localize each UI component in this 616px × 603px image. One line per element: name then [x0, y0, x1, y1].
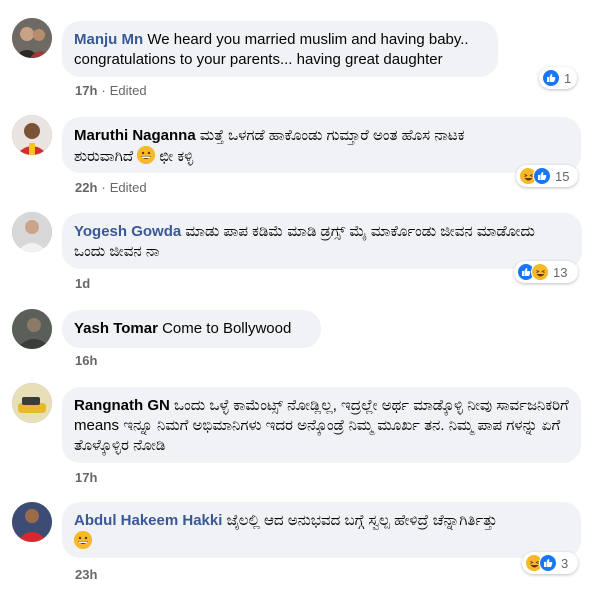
- avatar[interactable]: [12, 383, 52, 423]
- reaction-count: 3: [561, 555, 569, 571]
- comment-bubble: Rangnath GN ಒಂದು ಒಳ್ಳೆ ಕಾಮೆಂಟ್ಸ್ ನೋಡ್ಲಿಲ…: [62, 387, 581, 463]
- avatar[interactable]: [12, 18, 52, 58]
- comment-meta: 17h · Edited: [75, 83, 147, 98]
- edited-label[interactable]: Edited: [110, 180, 147, 195]
- comment-meta: 23h: [75, 567, 97, 582]
- comment-bubble: Yogesh Gowda ಮಾಡು ಪಾಪ ಕಡಿಮೆ ಮಾಡಿ ಡ್ರಗ್ಸ್…: [62, 213, 582, 269]
- reaction-count: 1: [564, 70, 572, 86]
- grinning-emoji-icon: [137, 146, 156, 164]
- comment-author[interactable]: Manju Mn: [74, 31, 143, 48]
- comment-text-end: ಛೀ ಕಳ್ಳಿ: [159, 148, 194, 165]
- haha-icon: [531, 263, 549, 281]
- timestamp[interactable]: 1d: [75, 276, 90, 291]
- comment-author[interactable]: Yash Tomar: [74, 320, 158, 337]
- comment-bubble: Maruthi Naganna ಮತ್ತೆ ಒಳಗಡೆ ಹಾಕೊಂಡು ಗುಮ್…: [62, 117, 581, 173]
- comment-meta: 22h · Edited: [75, 180, 147, 195]
- reactions-summary[interactable]: 1: [539, 67, 577, 89]
- comment-text-cont: ಶುರುವಾಗಿದೆ: [74, 148, 134, 165]
- edited-label[interactable]: Edited: [110, 83, 147, 98]
- comment-author[interactable]: Abdul Hakeem Hakki: [74, 512, 222, 529]
- comment-meta: 1d: [75, 276, 90, 291]
- timestamp[interactable]: 17h: [75, 470, 97, 485]
- avatar[interactable]: [12, 309, 52, 349]
- comment-bubble: Abdul Hakeem Hakki ಜೈಲಲ್ಲಿ ಆದ ಅನುಭವದ ಬಗ್…: [62, 502, 581, 558]
- timestamp[interactable]: 22h: [75, 180, 97, 195]
- like-icon: [542, 69, 560, 87]
- reactions-summary[interactable]: 15: [516, 165, 578, 187]
- timestamp[interactable]: 23h: [75, 567, 97, 582]
- comment-author[interactable]: Yogesh Gowda: [74, 223, 181, 240]
- like-icon: [533, 167, 551, 185]
- comment-bubble: Manju Mn We heard you married muslim and…: [62, 21, 498, 77]
- avatar[interactable]: [12, 502, 52, 542]
- grinning-emoji-icon: [74, 531, 92, 549]
- avatar[interactable]: [12, 212, 52, 252]
- comment-text: Come to Bollywood: [162, 320, 292, 337]
- comment-author[interactable]: Maruthi Naganna: [74, 127, 196, 144]
- reaction-count: 15: [555, 168, 570, 184]
- timestamp[interactable]: 16h: [75, 353, 97, 368]
- comment-text: ಮತ್ತೆ ಒಳಗಡೆ ಹಾಕೊಂಡು ಗುಮ್ತಾರೆ ಅಂತ ಹೊಸ ನಾಟ…: [199, 127, 465, 144]
- timestamp[interactable]: 17h: [75, 83, 97, 98]
- comment-meta: 16h: [75, 353, 97, 368]
- comment-bubble: Yash Tomar Come to Bollywood: [62, 310, 321, 348]
- avatar[interactable]: [12, 115, 52, 155]
- reactions-summary[interactable]: 3: [522, 552, 578, 574]
- like-icon: [539, 554, 557, 572]
- reactions-summary[interactable]: 13: [514, 261, 578, 283]
- comment-text: ಜೈಲಲ್ಲಿ ಆದ ಅನುಭವದ ಬಗ್ಗೆ ಸ್ವಲ್ಪ ಹೇಳಿದ್ರೆ …: [226, 512, 498, 529]
- comment-meta: 17h: [75, 470, 97, 485]
- reaction-count: 13: [553, 264, 568, 280]
- comment-author[interactable]: Rangnath GN: [74, 397, 170, 414]
